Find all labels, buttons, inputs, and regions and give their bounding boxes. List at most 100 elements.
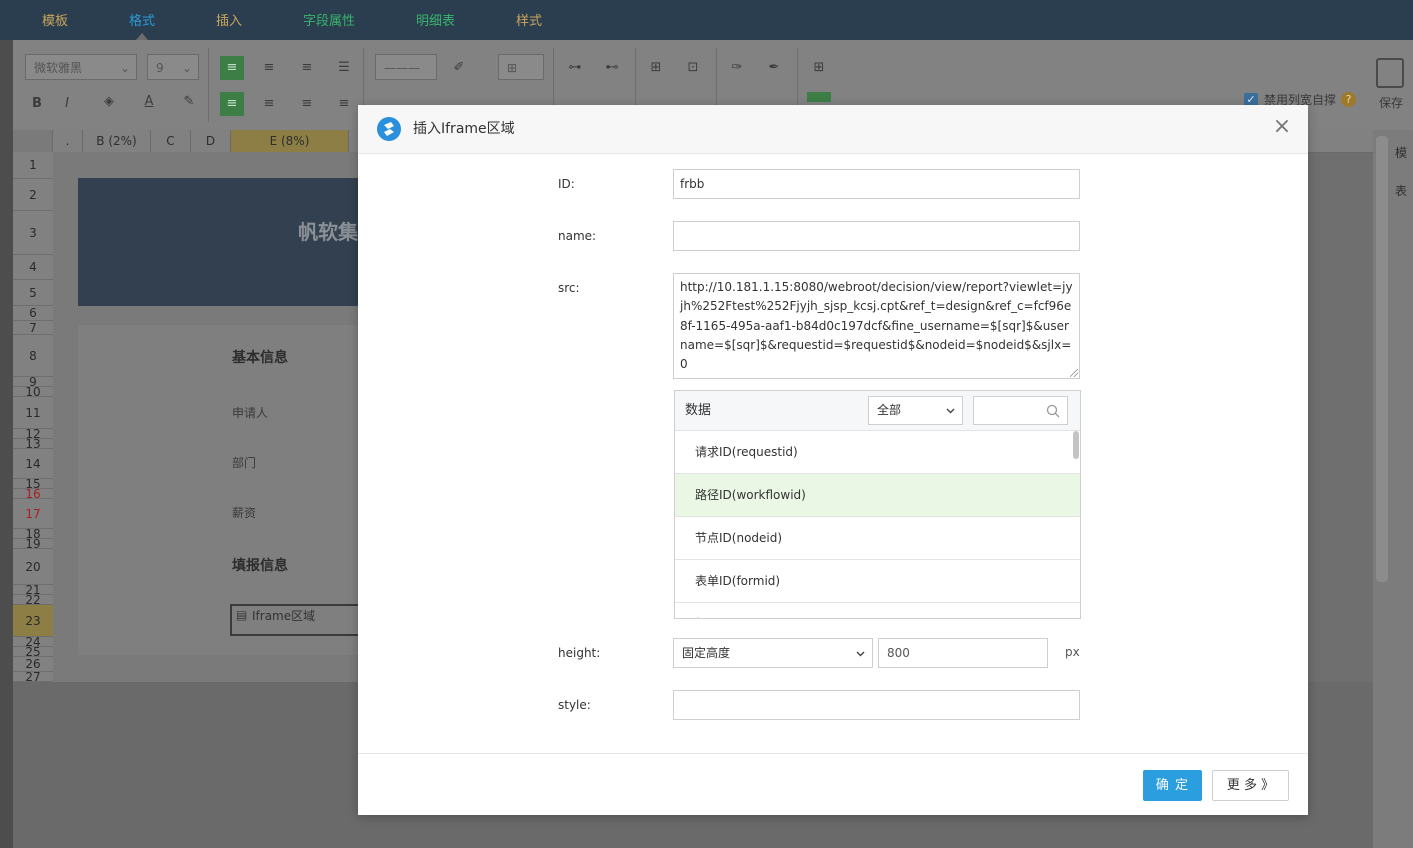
column-header-c[interactable]: C	[151, 130, 191, 152]
format-painter-icon[interactable]: ✎	[179, 93, 199, 111]
data-panel-header: 数据 全部	[675, 391, 1080, 431]
data-list-item[interactable]: 请求ID(requestid)	[675, 431, 1080, 474]
row-number[interactable]: 19	[13, 538, 53, 550]
src-label: src:	[558, 281, 580, 295]
justify-icon[interactable]: ≡	[334, 95, 354, 113]
merge-cells-icon[interactable]: ⊶	[565, 59, 585, 77]
row-number[interactable]: 22	[13, 594, 53, 606]
help-icon[interactable]: ?	[1341, 92, 1356, 107]
clear-format-icon[interactable]: ✑	[727, 59, 747, 77]
row-number[interactable]: 13	[13, 438, 53, 450]
border-select[interactable]: ⊞	[498, 54, 544, 80]
column-header-a[interactable]: . (1%	[53, 130, 83, 170]
name-input[interactable]	[673, 221, 1080, 251]
menu-tab-template[interactable]: 模板	[42, 0, 68, 40]
name-label: name:	[558, 229, 597, 243]
row-number[interactable]: 7	[13, 321, 53, 335]
align-left-icon[interactable]: ≡	[220, 92, 244, 116]
border-color-icon[interactable]: ✐	[449, 59, 469, 77]
row-number[interactable]: 5	[13, 280, 53, 306]
align-middle-icon[interactable]: ≡	[259, 59, 279, 77]
more-button[interactable]: 更 多 》	[1212, 770, 1289, 801]
insert-iframe-dialog: 插入Iframe区域 × ID: frbb name: src: http://…	[358, 105, 1308, 815]
row-number[interactable]: 2	[13, 179, 53, 211]
label-department: 部门	[232, 456, 257, 470]
row-number[interactable]: 16	[13, 488, 53, 500]
font-size-select[interactable]: 9 ⌄	[147, 54, 199, 80]
clear-content-icon[interactable]: ✒	[764, 59, 784, 77]
row-number[interactable]: 17	[13, 499, 53, 529]
table-icon[interactable]: ⊞	[809, 59, 829, 77]
data-list-item[interactable]: 表单ID(formid)	[675, 560, 1080, 603]
menu-tab-style[interactable]: 样式	[516, 0, 542, 40]
id-input[interactable]: frbb	[673, 169, 1080, 199]
insert-row-icon[interactable]: ⊡	[683, 59, 703, 77]
src-textarea[interactable]: http://10.181.1.15:8080/webroot/decision…	[673, 273, 1080, 379]
border-style-select[interactable]: ———	[375, 54, 437, 80]
corner-cell	[13, 130, 53, 152]
close-icon[interactable]: ×	[1272, 115, 1292, 139]
data-list-scrollbar[interactable]	[1073, 431, 1079, 459]
fill-color-icon[interactable]: ◈	[99, 93, 119, 111]
height-label: height:	[558, 646, 601, 660]
height-mode-value: 固定高度	[682, 646, 731, 660]
row-number[interactable]: 1	[13, 152, 53, 179]
data-filter-select[interactable]: 全部	[868, 396, 963, 425]
column-header-b[interactable]: B (2%)	[83, 130, 151, 152]
menu-tab-field-properties[interactable]: 字段属性	[303, 0, 355, 40]
align-center-icon[interactable]: ≡	[259, 95, 279, 113]
align-top-icon[interactable]: ≡	[220, 56, 244, 80]
data-list-item[interactable]: 路径ID(workflowid)	[675, 474, 1080, 517]
right-tab-template[interactable]: 模	[1395, 144, 1407, 161]
height-value-input[interactable]: 800	[878, 638, 1048, 668]
insert-column-icon[interactable]: ⊞	[646, 59, 666, 77]
row-number[interactable]: 3	[13, 211, 53, 255]
row-number[interactable]: 4	[13, 255, 53, 280]
data-list-item[interactable]: 节点ID(nodeid)	[675, 517, 1080, 560]
form-panel: 基本信息 申请人 部门 薪资 填报信息 ▤ Iframe区域	[78, 325, 370, 655]
font-size-value: 9	[156, 61, 164, 75]
font-color-icon[interactable]: A	[139, 93, 159, 111]
row-number[interactable]: 25	[13, 646, 53, 658]
row-number[interactable]: 20	[13, 549, 53, 585]
row-number[interactable]: 10	[13, 386, 53, 398]
row-number[interactable]: 6	[13, 306, 53, 321]
resize-grip-icon[interactable]	[1070, 369, 1078, 377]
chevron-down-icon: ⌄	[119, 61, 130, 75]
align-right-icon[interactable]: ≡	[297, 95, 317, 113]
data-search-input[interactable]	[973, 396, 1068, 425]
row-number[interactable]: 23	[13, 605, 53, 637]
column-header-d[interactable]: D (1%)	[191, 130, 231, 170]
confirm-button[interactable]: 确 定	[1143, 770, 1202, 801]
label-salary: 薪资	[232, 506, 257, 520]
right-tab-table[interactable]: 表	[1395, 182, 1407, 199]
italic-icon[interactable]: I	[57, 95, 77, 113]
height-mode-select[interactable]: 固定高度	[673, 638, 873, 668]
style-input[interactable]	[673, 690, 1080, 720]
grid-toggle-icon[interactable]	[807, 92, 831, 102]
search-icon	[1046, 404, 1060, 418]
bold-icon[interactable]: B	[27, 95, 47, 113]
font-family-select[interactable]: 微软雅黑 ⌄	[25, 54, 137, 80]
section-fill-info: 填报信息	[232, 558, 288, 574]
menu-tab-detail-table[interactable]: 明细表	[416, 0, 455, 40]
row-number[interactable]: 14	[13, 449, 53, 479]
src-text: http://10.181.1.15:8080/webroot/decision…	[680, 280, 1073, 372]
row-number[interactable]: 8	[13, 335, 53, 377]
vertical-scrollbar[interactable]	[1376, 136, 1388, 582]
indent-icon[interactable]: ☰	[334, 59, 354, 77]
left-edge-strip	[0, 40, 13, 848]
row-number[interactable]: 27	[13, 671, 53, 683]
iframe-area-cell[interactable]: ▤ Iframe区域	[230, 604, 370, 636]
app-logo-icon	[377, 117, 401, 141]
line-style-icon: ———	[384, 61, 420, 75]
active-tab-caret-icon	[136, 33, 148, 40]
split-cells-icon[interactable]: ⊷	[602, 59, 622, 77]
row-number[interactable]: 11	[13, 397, 53, 429]
column-header-e[interactable]: E (8%)	[231, 130, 349, 152]
data-list-item[interactable]: 标题	[675, 603, 1080, 618]
align-bottom-icon[interactable]: ≡	[297, 59, 317, 77]
save-icon[interactable]	[1376, 58, 1404, 88]
menu-tab-insert[interactable]: 插入	[216, 0, 242, 40]
report-banner: 帆软集	[78, 178, 368, 306]
